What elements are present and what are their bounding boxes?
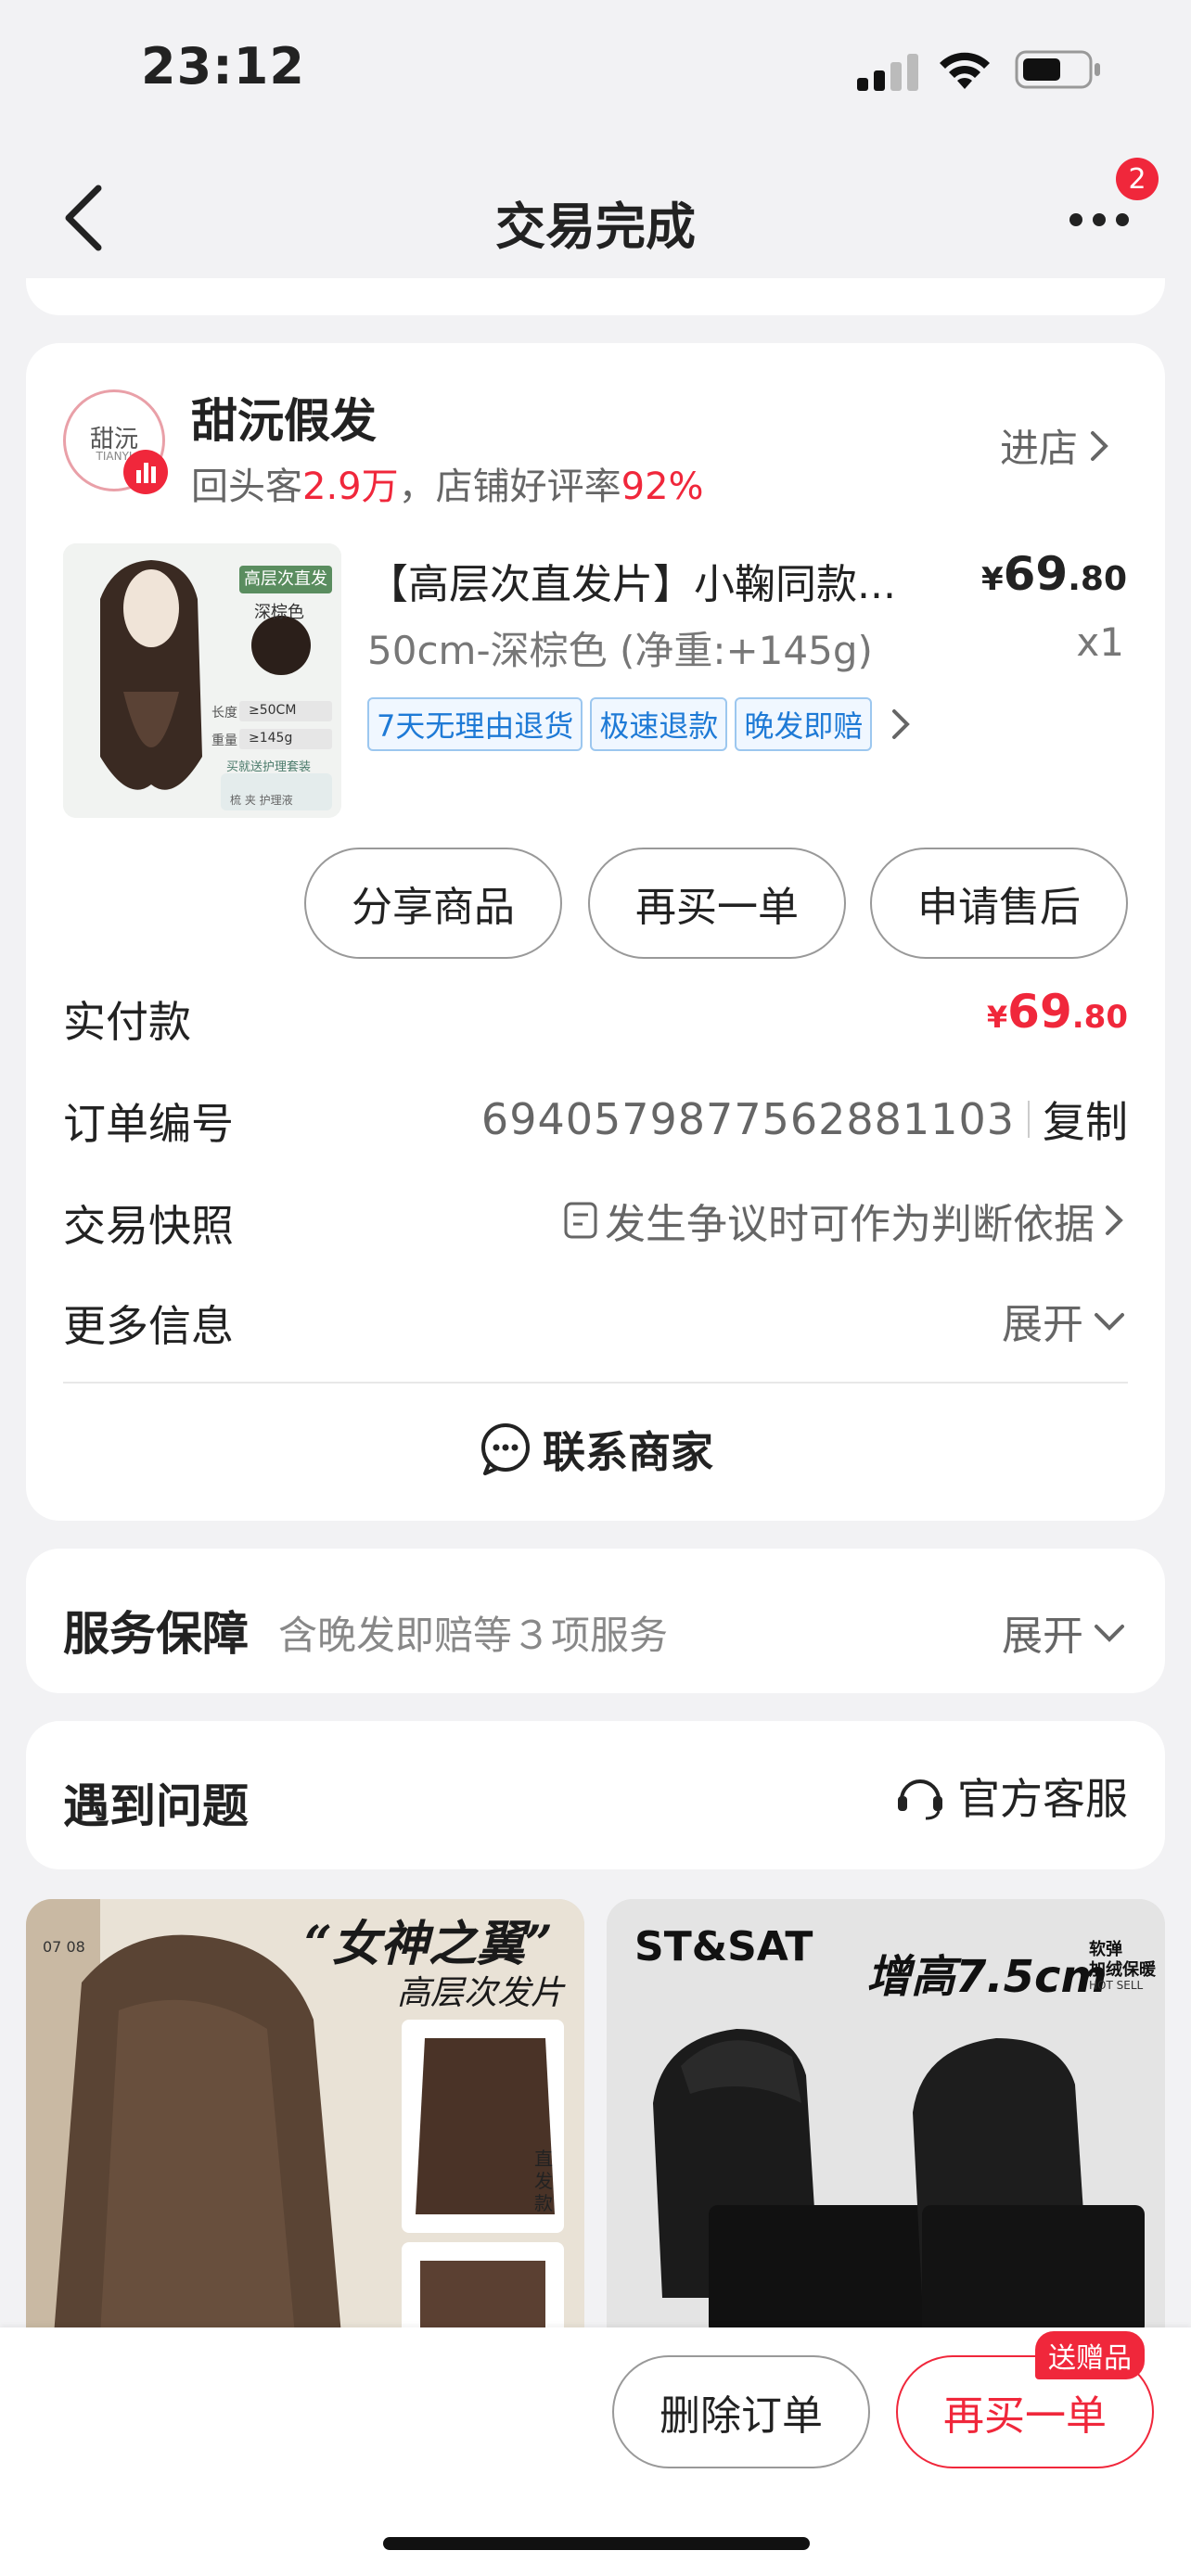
chevron-down-icon	[1095, 1625, 1124, 1642]
chevron-down-icon	[1095, 1313, 1124, 1331]
recommend-1-headline: “女神之翼”	[304, 1916, 553, 1972]
product-spec: 50cm-深棕色 (净重:+145g)	[367, 628, 873, 673]
delete-order-button[interactable]: 删除订单	[612, 2355, 870, 2468]
image-gift-items: 梳 夹 护理液	[230, 794, 293, 807]
home-indicator	[383, 2537, 810, 2550]
tag-fast-refund: 极速退款	[590, 697, 728, 751]
divider	[1028, 1101, 1030, 1138]
product-price: ¥69.80	[965, 547, 1127, 601]
repeat-label: 回头客	[191, 465, 302, 508]
wifi-icon	[937, 48, 992, 91]
repeat-value: 2.9万	[302, 465, 399, 508]
recommend-1-side: 直发款	[534, 2148, 553, 2214]
image-badge: 高层次直发	[239, 566, 332, 593]
headset-icon	[898, 1779, 942, 1820]
signal-icon	[857, 54, 922, 91]
recommend-1-subline: 高层次发片	[397, 1974, 565, 2012]
order-number-value: 6940579877562881103	[480, 1094, 1015, 1144]
product-title[interactable]: 【高层次直发片】小鞠同款...	[367, 551, 896, 610]
paid-int: 69	[1007, 985, 1072, 1039]
paid-amount: ¥69.80	[928, 985, 1128, 1039]
recommend-2-sub3: HOT SELL	[1089, 1979, 1144, 1992]
order-number-row: 6940579877562881103 复制	[464, 1089, 1128, 1150]
more-info-label: 更多信息	[63, 1301, 234, 1351]
chat-bubble-icon	[481, 1423, 530, 1475]
divider-line	[63, 1382, 1128, 1384]
service-expand[interactable]: 展开	[890, 1602, 1128, 1662]
gift-badge: 送赠品	[1035, 2331, 1145, 2379]
product-price-symbol: ¥	[980, 561, 1004, 598]
notification-badge: 2	[1116, 158, 1159, 200]
enter-shop-label: 进店	[1000, 426, 1079, 471]
recommend-2-brand: ST&SAT	[634, 1923, 813, 1970]
live-indicator-icon	[123, 450, 168, 494]
service-desc: 含晚发即赔等３项服务	[278, 1613, 669, 1658]
image-len-label: 长度	[211, 706, 237, 721]
recommend-item-2[interactable]: ST&SAT 增高7.5cm 软弹 加绒保暖 HOT SELL	[607, 1899, 1165, 2335]
product-price-int: 69	[1003, 547, 1069, 601]
problem-title: 遇到问题	[63, 1779, 249, 1833]
snapshot-label: 交易快照	[63, 1201, 234, 1251]
product-image[interactable]: 高层次直发 深棕色 长度 ≥50CM 重量 ≥145g 买就送护理套装 梳 夹 …	[63, 543, 341, 818]
image-color-label: 深棕色	[254, 603, 304, 622]
chevron-right-icon	[1091, 430, 1108, 461]
official-support-label: 官方客服	[957, 1774, 1128, 1824]
tag-late-compensation: 晚发即赔	[735, 697, 873, 751]
enter-shop-button[interactable]: 进店	[1000, 417, 1113, 474]
image-weight-value: ≥145g	[249, 731, 293, 746]
rating-label: 店铺好评率	[435, 465, 621, 508]
product-qty: x1	[1076, 619, 1124, 665]
stats-separator: ，	[398, 465, 436, 508]
chevron-right-icon	[892, 709, 911, 739]
battery-icon	[1015, 50, 1102, 89]
image-len-value: ≥50CM	[249, 703, 297, 718]
aftersale-button[interactable]: 申请售后	[870, 848, 1128, 959]
paid-dec: .80	[1071, 999, 1128, 1036]
product-tags[interactable]: 7天无理由退货 极速退款 晚发即赔	[367, 697, 915, 751]
service-title: 服务保障	[63, 1607, 249, 1661]
tag-7day-return: 7天无理由退货	[367, 697, 583, 751]
status-time: 23:12	[141, 37, 305, 96]
official-support-button[interactable]: 官方客服	[835, 1766, 1128, 1827]
contact-seller-button[interactable]: 联系商家	[0, 1419, 1191, 1480]
image-weight-label: 重量	[211, 733, 237, 748]
recommend-2-headline: 增高7.5cm	[866, 1951, 1108, 2003]
more-info-expand[interactable]: 展开	[835, 1291, 1128, 1350]
shop-name[interactable]: 甜沅假发	[191, 384, 377, 451]
recommend-1-tag: 07 08	[43, 1938, 85, 1956]
page-title: 交易完成	[495, 198, 696, 256]
snapshot-value: 发生争议时可作为判断依据	[605, 1201, 1095, 1248]
status-bar: 23:12	[0, 0, 1191, 130]
product-price-dec: .80	[1068, 560, 1127, 598]
more-info-expand-label: 展开	[1002, 1301, 1083, 1348]
chevron-right-icon	[1106, 1205, 1123, 1235]
recommend-2-sub2: 加绒保暖	[1089, 1960, 1156, 1980]
more-dots-icon	[1069, 213, 1129, 226]
shop-logo[interactable]: 甜沅 TIANYI	[63, 389, 168, 494]
paid-label: 实付款	[63, 997, 191, 1047]
document-icon	[564, 1202, 597, 1239]
service-expand-label: 展开	[1002, 1613, 1083, 1660]
rebuy-button[interactable]: 再买一单	[588, 848, 846, 959]
order-number-label: 订单编号	[63, 1099, 234, 1149]
share-product-button[interactable]: 分享商品	[304, 848, 562, 959]
contact-seller-label: 联系商家	[543, 1427, 713, 1477]
top-card-edge	[26, 278, 1165, 315]
copy-button[interactable]: 复制	[1043, 1089, 1128, 1150]
shop-stats: 回头客2.9万，店铺好评率92%	[191, 456, 704, 510]
paid-symbol: ¥	[986, 1000, 1008, 1035]
snapshot-link[interactable]: 发生争议时可作为判断依据	[501, 1191, 1128, 1250]
image-gift-label: 买就送护理套装	[226, 760, 312, 774]
more-button[interactable]	[1067, 206, 1132, 234]
recommend-item-1[interactable]: 07 08 “女神之翼” 高层次发片 直发款	[26, 1899, 584, 2335]
rating-value: 92%	[621, 465, 704, 508]
